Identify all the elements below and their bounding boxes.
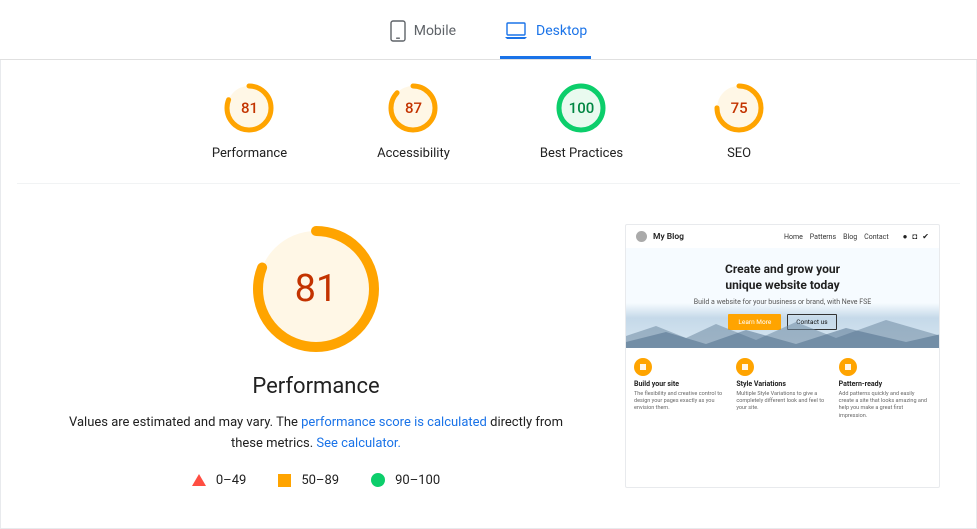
feature-icon [736,358,754,376]
performance-big-gauge: 81 [251,224,381,354]
preview-feature: Pattern-ready Add patterns quickly and ea… [839,358,931,420]
feature-icon [634,358,652,376]
performance-big-score: 81 [251,224,381,354]
preview-hero-buttons: Learn More Contact us [636,314,929,330]
gauge-label: SEO [727,146,751,161]
gauge-best-practices[interactable]: 100 Best Practices [540,82,623,161]
gauge-label: Accessibility [377,146,450,161]
desktop-icon [504,22,528,40]
gauge-ring: 75 [713,82,765,134]
gauge-ring: 87 [387,82,439,134]
preview-hero: Create and grow yourunique website today… [626,248,939,348]
preview-logo-icon [636,231,647,242]
preview-nav: Home Patterns Blog Contact [784,233,889,241]
preview-cta-primary: Learn More [728,314,781,330]
tab-desktop[interactable]: Desktop [500,12,591,59]
gauge-performance[interactable]: 81 Performance [212,82,287,161]
detail-section: 81 Performance Values are estimated and … [17,184,960,488]
twitter-icon: ✔ [922,232,929,241]
legend-avg: 50–89 [278,473,339,488]
preview-social-icons: ● ◘ ✔ [903,232,929,241]
tab-desktop-label: Desktop [536,23,587,39]
tab-mobile[interactable]: Mobile [386,12,460,59]
feature-title: Pattern-ready [839,380,882,388]
gauge-label: Performance [212,146,287,161]
gauge-label: Best Practices [540,146,623,161]
feature-desc: Multiple Style Variations to give a comp… [736,391,828,412]
triangle-icon [192,474,206,486]
preview-header: My Blog Home Patterns Blog Contact ● ◘ ✔ [626,225,939,248]
preview-feature: Style Variations Multiple Style Variation… [736,358,828,420]
preview-cta-secondary: Contact us [787,314,836,330]
preview-hero-title: Create and grow yourunique website today [636,262,929,293]
circle-icon [371,473,385,487]
mobile-icon [390,20,406,42]
performance-title: Performance [252,374,379,399]
score-calc-link[interactable]: performance score is calculated [301,415,487,430]
see-calculator-link[interactable]: See calculator. [316,436,401,451]
preview-hero-sub: Build a website for your business or bra… [636,298,929,306]
performance-description: Values are estimated and may vary. The p… [37,413,595,455]
feature-desc: The flexibility and creative control to … [634,391,726,412]
score-legend: 0–49 50–89 90–100 [192,473,440,488]
preview-feature: Build your site The flexibility and creat… [634,358,726,420]
preview-nav-item: Home [784,233,803,241]
gauge-score: 81 [223,82,275,134]
gauge-ring: 100 [555,82,607,134]
results-panel: 81 Performance 87 Accessibility 100 Best Prac… [0,60,977,529]
gauge-score: 75 [713,82,765,134]
score-gauges-row: 81 Performance 87 Accessibility 100 Best Prac… [17,82,960,184]
square-icon [278,474,291,487]
instagram-icon: ◘ [912,232,917,241]
feature-title: Build your site [634,380,679,388]
legend-good: 90–100 [371,473,440,488]
page-preview-thumbnail: My Blog Home Patterns Blog Contact ● ◘ ✔ Crea… [625,224,940,488]
gauge-score: 87 [387,82,439,134]
facebook-icon: ● [903,232,908,241]
preview-nav-item: Patterns [810,233,836,241]
gauge-accessibility[interactable]: 87 Accessibility [377,82,450,161]
feature-desc: Add patterns quickly and easily create a… [839,391,931,420]
feature-title: Style Variations [736,380,786,388]
preview-site-title: My Blog [653,232,684,242]
preview-nav-item: Contact [864,233,888,241]
gauge-score: 100 [555,82,607,134]
legend-bad: 0–49 [192,473,246,488]
preview-nav-item: Blog [843,233,857,241]
gauge-ring: 81 [223,82,275,134]
preview-features: Build your site The flexibility and creat… [626,348,939,424]
performance-detail: 81 Performance Values are estimated and … [37,224,595,488]
device-tabs: Mobile Desktop [0,0,977,60]
tab-mobile-label: Mobile [414,23,456,39]
feature-icon [839,358,857,376]
gauge-seo[interactable]: 75 SEO [713,82,765,161]
